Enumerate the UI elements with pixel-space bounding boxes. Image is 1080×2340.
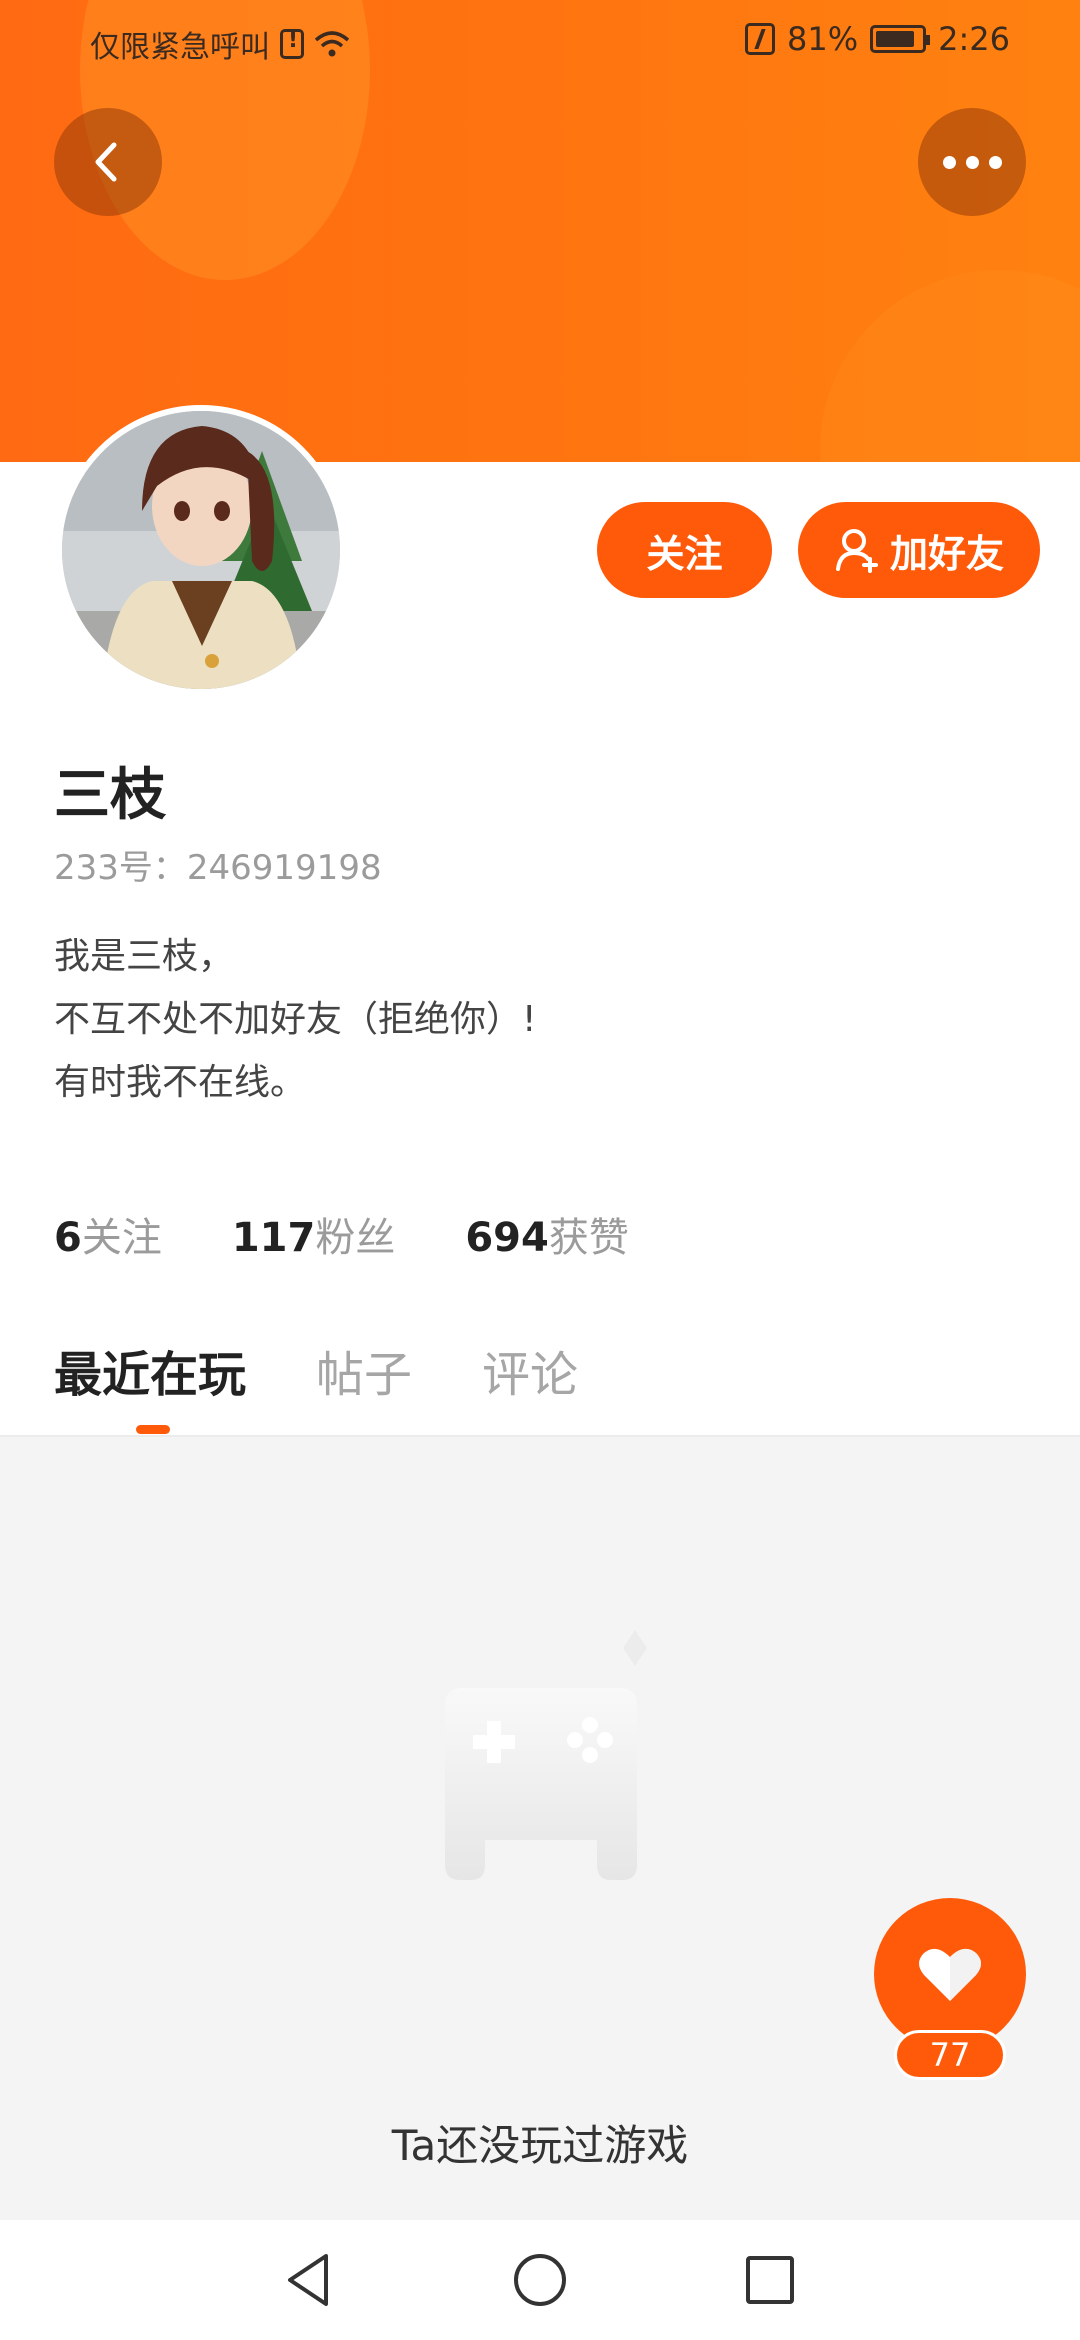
stat-followers[interactable]: 117粉丝 (232, 1205, 396, 1263)
avatar[interactable] (56, 405, 346, 695)
back-button[interactable] (54, 108, 162, 216)
stat-number: 117 (231, 1215, 316, 1261)
follow-button-label: 关注 (646, 531, 723, 576)
add-user-icon (835, 529, 878, 573)
profile-uid: 233号：246919198 (54, 848, 382, 888)
stat-number: 694 (465, 1215, 549, 1261)
profile-name: 三枝 (54, 763, 166, 828)
profile-tabs: 最近在玩 帖子 评论 (54, 1335, 578, 1405)
stat-label: 获赞 (548, 1215, 629, 1261)
stat-label: 关注 (81, 1215, 162, 1261)
carrier-text: 仅限紧急呼叫 (90, 30, 270, 65)
nav-home-icon[interactable] (508, 2248, 572, 2312)
avatar-image (62, 411, 340, 689)
bio-line: 有时我不在线。 (54, 1062, 307, 1103)
clock: 2:26 (938, 20, 1010, 58)
empty-state-message: Ta还没玩过游戏 (391, 2121, 689, 2170)
chevron-left-icon (95, 142, 117, 182)
heart-icon (919, 1948, 981, 2001)
profile-bio: 我是三枝， 不互不处不加好友（拒绝你）! 有时我不在线。 (54, 925, 536, 1114)
stat-following[interactable]: 6关注 (54, 1205, 162, 1263)
wifi-icon (314, 31, 350, 57)
profile-stats: 6关注 117粉丝 694获赞 (54, 1205, 629, 1263)
battery-percent: 81% (787, 20, 859, 58)
like-count: 77 (894, 2030, 1006, 2080)
tab-comments[interactable]: 评论 (482, 1335, 578, 1405)
follow-button[interactable]: 关注 (597, 502, 772, 598)
like-button[interactable] (874, 1898, 1026, 2050)
battery-icon (870, 25, 931, 53)
nav-back-icon[interactable] (278, 2248, 342, 2312)
stat-likes[interactable]: 694获赞 (465, 1205, 629, 1263)
bio-line: 不互不处不加好友（拒绝你）! (54, 999, 537, 1040)
tab-recently-played[interactable]: 最近在玩 (54, 1335, 246, 1405)
add-friend-button[interactable]: 加好友 (798, 502, 1040, 598)
nav-recents-icon[interactable] (738, 2248, 802, 2312)
add-friend-button-label: 加好友 (889, 531, 1004, 576)
more-button[interactable] (918, 108, 1026, 216)
more-dots-icon (942, 155, 1002, 169)
stat-number: 6 (54, 1215, 82, 1261)
gamepad-icon (445, 1630, 647, 1880)
status-bar: 仅限紧急呼叫 81% 2:26 (0, 0, 1080, 80)
bio-line: 我是三枝， (54, 936, 235, 977)
active-tab-indicator (136, 1425, 170, 1434)
stat-label: 粉丝 (315, 1215, 396, 1261)
nfc-icon (745, 23, 776, 55)
alert-icon (280, 28, 304, 59)
tab-posts[interactable]: 帖子 (316, 1335, 412, 1405)
system-nav-bar (0, 2220, 1080, 2340)
